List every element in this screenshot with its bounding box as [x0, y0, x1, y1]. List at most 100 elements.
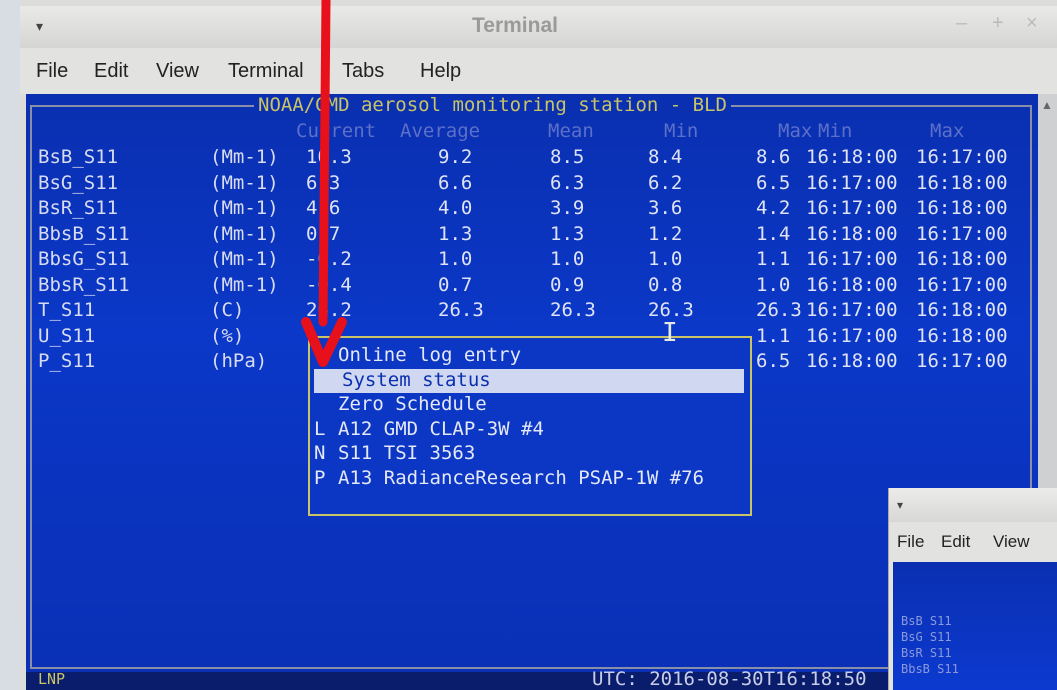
cell-t1: 16:17:00 [806, 324, 898, 347]
minimize-button[interactable]: – [956, 12, 967, 35]
second-row: BsR S11 [901, 646, 952, 660]
popup-item-label: S11 TSI 3563 [338, 442, 476, 464]
status-utc: UTC: 2016-08-30T16:18:50 [592, 668, 867, 690]
cell-mean: 6.3 [550, 171, 585, 194]
cell-min: 1.0 [648, 248, 683, 270]
cell-unit: (Mm-1) [210, 248, 279, 270]
window-titlebar[interactable]: ▾ Terminal – + × [20, 6, 1057, 49]
popup-item[interactable]: L A12 GMD CLAP-3W #4 [310, 418, 750, 442]
cell-t1: 16:18:00 [806, 222, 898, 245]
second-row: BbsB S11 [901, 662, 959, 676]
cell-t1: 16:18:00 [806, 350, 898, 372]
popup-item-key: N [314, 442, 326, 464]
cell-mean: 1.3 [550, 222, 585, 245]
table-row: BsG_S11 (Mm-1) 6.3 6.6 6.3 6.2 6.5 16:17:00 16:1… [26, 172, 1038, 197]
header-min-time: Min [818, 120, 853, 142]
cell-t1: 16:17:00 [806, 197, 898, 219]
menu-edit[interactable]: Edit [94, 60, 128, 83]
cell-t1: 16:17:00 [806, 299, 898, 321]
cell-current: -0.2 [306, 248, 352, 270]
close-button[interactable]: × [1026, 12, 1038, 35]
cell-t1: 16:18:00 [806, 273, 898, 296]
cell-average: 0.7 [438, 273, 473, 296]
cell-average: 26.3 [438, 299, 484, 321]
cell-mean: 26.3 [550, 299, 596, 321]
cell-min: 6.2 [648, 171, 683, 194]
text-cursor-icon: I [662, 318, 678, 348]
table-row: BbsR_S11 (Mm-1) -0.4 0.7 0.9 0.8 1.0 16:18:00 16… [26, 274, 1038, 299]
cell-name: BsG_S11 [38, 171, 119, 194]
popup-item[interactable]: Zero Schedule [310, 393, 750, 417]
cell-mean: 3.9 [550, 197, 585, 219]
table-row: BbsG_S11 (Mm-1) -0.2 1.0 1.0 1.0 1.1 16:17:00 16… [26, 248, 1038, 273]
frame-title: NOAA/GMD aerosol monitoring station - BL… [254, 94, 731, 116]
cell-current: 26.2 [306, 299, 352, 321]
cell-max: 1.1 [756, 248, 791, 270]
table-row: BsR_S11 (Mm-1) 4.6 4.0 3.9 3.6 4.2 16:17:00 16:1… [26, 197, 1038, 222]
cell-current: 6.3 [306, 171, 341, 194]
header-mean: Mean [548, 120, 594, 142]
second-window-menu-icon[interactable]: ▾ [897, 498, 903, 512]
cell-mean: 0.9 [550, 273, 585, 296]
cell-t2: 16:18:00 [916, 197, 1008, 219]
cell-current: -0.4 [306, 273, 352, 296]
popup-item-key: L [314, 417, 326, 440]
cell-unit: (C) [210, 299, 245, 321]
status-bar: LNP UTC: 2016-08-30T16:18:50 [26, 668, 1038, 690]
popup-item[interactable]: Online log entry [310, 344, 750, 368]
header-current: Current [296, 120, 377, 142]
popup-item-key: P [314, 466, 326, 489]
cell-unit: (hPa) [210, 350, 268, 372]
menu-file[interactable]: File [36, 60, 68, 83]
cell-name: T_S11 [38, 299, 96, 321]
cell-average: 1.3 [438, 222, 473, 245]
status-left: LNP [38, 670, 66, 688]
header-max: Max [778, 120, 813, 142]
menu-tabs[interactable]: Tabs [342, 60, 384, 83]
table-row: BsB_S11 (Mm-1) 10.3 9.2 8.5 8.4 8.6 16:18:00 16:… [26, 146, 1038, 171]
second-terminal-window[interactable]: ▾ File Edit View BsB S11 BsG S11 BsR S11… [888, 488, 1057, 690]
maximize-button[interactable]: + [992, 12, 1004, 35]
second-menu-edit[interactable]: Edit [941, 532, 970, 552]
cell-unit: (Mm-1) [210, 171, 279, 194]
cell-unit: (%) [210, 324, 245, 347]
window-menu-icon[interactable]: ▾ [36, 18, 43, 35]
cell-max: 1.1 [756, 324, 791, 347]
popup-item[interactable]: System status [314, 368, 744, 393]
popup-item-label: Online log entry [338, 344, 522, 366]
second-row: BsG S11 [901, 630, 952, 644]
cell-max: 8.6 [756, 146, 791, 168]
cell-average: 6.6 [438, 171, 473, 194]
menu-help[interactable]: Help [420, 60, 461, 83]
second-menu-file[interactable]: File [897, 532, 924, 552]
cell-average: 1.0 [438, 248, 473, 270]
menu-terminal[interactable]: Terminal [228, 60, 304, 83]
table-row: T_S11 (C) 26.2 26.3 26.3 26.3 26.3 16:17:00 16:1… [26, 299, 1038, 324]
cell-average: 4.0 [438, 197, 473, 219]
cell-name: P_S11 [38, 350, 96, 372]
popup-item[interactable]: P A13 RadianceResearch PSAP-1W #76 [310, 467, 750, 491]
second-terminal-screen[interactable]: BsB S11 BsG S11 BsR S11 BbsB S11 [893, 562, 1057, 690]
cell-max: 1.4 [756, 222, 791, 245]
cell-unit: (Mm-1) [210, 146, 279, 168]
cell-t1: 16:17:00 [806, 171, 898, 194]
cell-name: U_S11 [38, 324, 96, 347]
menu-view[interactable]: View [156, 60, 199, 83]
second-menu-view[interactable]: View [993, 532, 1030, 552]
popup-item-label: System status [342, 368, 491, 391]
popup-item-label: Zero Schedule [338, 393, 487, 415]
popup-item-label: A12 GMD CLAP-3W #4 [338, 417, 544, 440]
cell-max: 4.2 [756, 197, 791, 219]
cell-mean: 8.5 [550, 146, 585, 168]
photo-background [0, 0, 20, 690]
scroll-up-icon[interactable]: ▲ [1041, 98, 1053, 112]
cell-t2: 16:17:00 [916, 222, 1008, 245]
popup-item[interactable]: N S11 TSI 3563 [310, 442, 750, 466]
popup-menu[interactable]: Online log entry System status Zero Schedu… [308, 336, 752, 516]
second-row: BsB S11 [901, 614, 952, 628]
cell-t2: 16:18:00 [916, 171, 1008, 194]
second-window-titlebar[interactable]: ▾ [889, 488, 1057, 522]
cell-min: 8.4 [648, 146, 683, 168]
terminal-screen[interactable]: NOAA/GMD aerosol monitoring station - BL… [26, 94, 1038, 690]
cell-t2: 16:18:00 [916, 248, 1008, 270]
